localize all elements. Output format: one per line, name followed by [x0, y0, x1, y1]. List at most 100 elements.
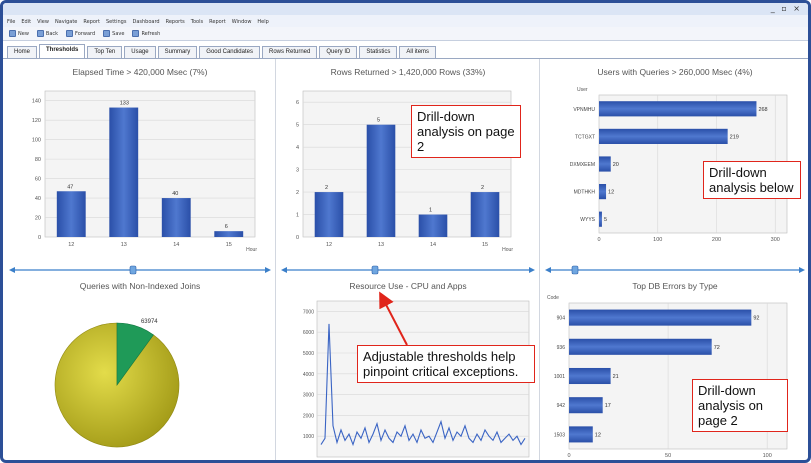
tab-home[interactable]: Home	[7, 46, 38, 58]
data-label: 5	[377, 118, 380, 124]
callout-drilldown-below: Drill-down analysis below	[703, 161, 801, 199]
tab-all-items[interactable]: All items	[399, 46, 437, 58]
tab-query-id[interactable]: Query ID	[319, 46, 358, 58]
y-tick-label: 2000	[303, 413, 314, 419]
toolbar-button[interactable]: New	[9, 30, 29, 37]
y-tick-label: 0	[38, 235, 41, 241]
data-label: 20	[613, 162, 619, 168]
data-label: 2	[325, 185, 328, 191]
toolbar-button-label: Forward	[75, 30, 96, 37]
tab-usage[interactable]: Usage	[124, 46, 156, 58]
threshold-slider[interactable]	[9, 265, 271, 275]
toolbar-button[interactable]: Save	[103, 30, 124, 37]
y-axis-label: User	[577, 87, 588, 93]
slice-label: 63974	[141, 319, 158, 325]
tab-statistics[interactable]: Statistics	[359, 46, 398, 58]
toolbar-button[interactable]: Forward	[66, 30, 95, 37]
data-label: 2	[481, 185, 484, 191]
panel-non-indexed-joins: Queries with Non-Indexed Joins 63974	[9, 277, 271, 460]
y-tick-label: TCTGXT	[575, 134, 595, 140]
slider-handle	[129, 265, 137, 275]
y-tick-label: 0	[296, 235, 299, 241]
menu-item[interactable]: Dashboard	[132, 19, 159, 25]
menu-item[interactable]: File	[7, 19, 15, 25]
refresh-icon	[132, 30, 140, 37]
toolbar-button-label: Save	[112, 30, 125, 37]
x-tick-label: 15	[226, 242, 232, 248]
y-tick-label: 60	[35, 177, 41, 183]
window-controls[interactable]: _ ▫ ×	[771, 4, 802, 13]
data-label: 40	[172, 191, 178, 197]
y-tick-label: VPNMHU	[573, 107, 595, 113]
slider-right-arrow	[799, 267, 805, 273]
toolbar-button[interactable]: Back	[36, 30, 58, 37]
threshold-slider[interactable]	[281, 265, 535, 275]
y-tick-label: 6000	[303, 330, 314, 336]
slider-handle	[571, 265, 579, 275]
data-label: 219	[730, 134, 739, 140]
menu-item[interactable]: Edit	[21, 19, 31, 25]
tab-rows-returned[interactable]: Rows Returned	[261, 46, 318, 58]
menu-item[interactable]: Reports	[166, 19, 185, 25]
y-tick-label: 20	[35, 216, 41, 222]
y-tick-label: 120	[32, 118, 41, 124]
back-icon	[36, 30, 44, 37]
y-tick-label: 3	[296, 168, 299, 174]
threshold-slider[interactable]	[545, 265, 805, 275]
tab-thresholds[interactable]: Thresholds	[39, 44, 86, 58]
bar	[314, 192, 344, 237]
bar	[569, 367, 611, 385]
bar	[599, 156, 611, 172]
menu-item[interactable]: Report	[209, 19, 226, 25]
menu-item[interactable]: Tools	[191, 19, 203, 25]
data-label: 21	[613, 374, 619, 380]
y-tick-label: 4	[296, 145, 299, 151]
bar	[569, 397, 603, 414]
bar	[569, 426, 593, 443]
menu-item[interactable]: Window	[232, 19, 252, 25]
bar	[109, 107, 139, 237]
menu-item[interactable]: Help	[257, 19, 268, 25]
bar	[470, 192, 500, 237]
y-tick-label: WYYS	[580, 217, 595, 223]
x-tick-label: 15	[482, 242, 488, 248]
bar	[599, 101, 757, 117]
y-tick-label: 1000	[303, 434, 314, 440]
bar	[569, 309, 752, 326]
new-icon	[9, 30, 16, 37]
tab-summary[interactable]: Summary	[157, 46, 198, 58]
toolbar-button[interactable]: Refresh	[132, 30, 160, 37]
column-divider	[539, 59, 540, 460]
data-label: 6	[225, 224, 228, 230]
x-tick-label: 13	[378, 242, 384, 248]
y-axis-label: Code	[547, 295, 559, 301]
x-tick-label: 14	[173, 242, 179, 248]
non-indexed-joins-chart: 63974	[54, 319, 180, 448]
forward-icon	[66, 30, 74, 37]
data-label: 17	[605, 403, 611, 409]
rows-returned-chart: 0123456212513114215Hour	[296, 90, 513, 253]
x-tick-label: 13	[121, 242, 127, 248]
x-axis-label: Hour	[246, 247, 257, 253]
bar	[599, 184, 607, 200]
data-label: 133	[120, 101, 129, 107]
menu-item[interactable]: Navigate	[55, 19, 77, 25]
data-label: 12	[608, 190, 614, 196]
dashboard-window: _ ▫ × File Edit View Navigate Report Settings…	[0, 0, 811, 463]
y-tick-label: 7000	[303, 309, 314, 315]
toolbar-button-label: Refresh	[141, 30, 161, 37]
y-tick-label: 3000	[303, 393, 314, 399]
x-tick-label: 100	[653, 237, 662, 243]
menu-item[interactable]: Settings	[106, 19, 127, 25]
tab-top-ten[interactable]: Top Ten	[87, 46, 123, 58]
panel-db-errors: Top DB Errors by Type 0 50 100 Code 92 904 72 9…	[545, 277, 805, 460]
tab-good-candidates[interactable]: Good Candidates	[199, 46, 260, 58]
x-tick-label: 100	[763, 453, 772, 459]
tab-strip: Home Thresholds Top Ten Usage Summary Good Ca…	[3, 43, 808, 59]
data-label: 92	[753, 316, 759, 322]
bar	[599, 211, 602, 227]
menu-item[interactable]: View	[37, 19, 49, 25]
menu-item[interactable]: Report	[83, 19, 100, 25]
y-tick-label: 40	[35, 196, 41, 202]
y-tick-label: 80	[35, 157, 41, 163]
